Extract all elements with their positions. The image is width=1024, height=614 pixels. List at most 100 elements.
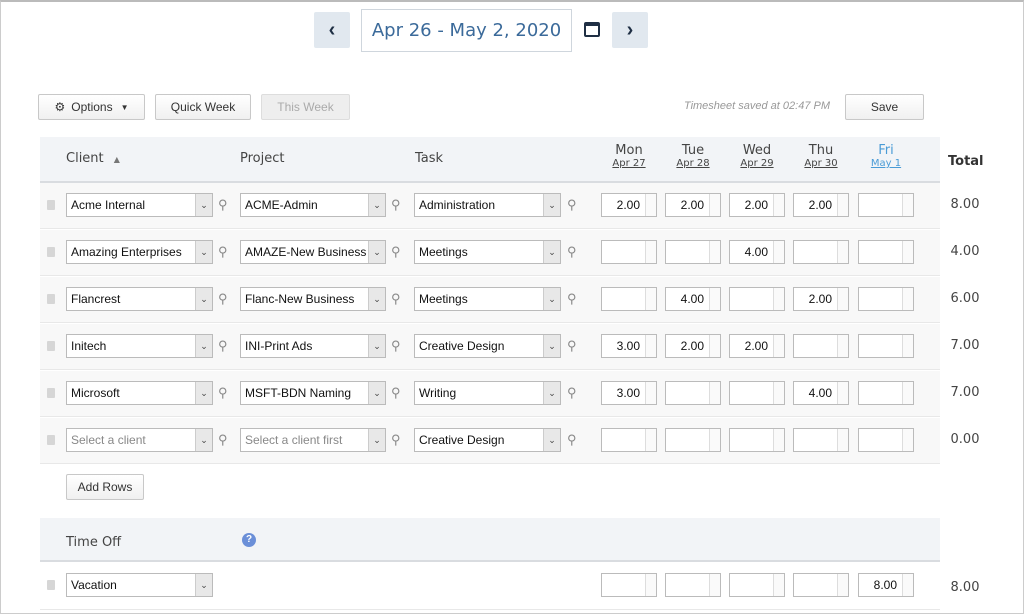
search-icon[interactable]: ⚲ (567, 432, 577, 448)
note-icon[interactable] (902, 429, 913, 451)
note-icon[interactable] (837, 241, 848, 263)
hours-input[interactable] (858, 287, 914, 311)
project-select[interactable]: AMAZE-New Business⌄ (240, 240, 386, 264)
hours-input[interactable] (793, 573, 849, 597)
note-icon[interactable] (645, 194, 656, 216)
hours-input[interactable] (729, 287, 785, 311)
search-icon[interactable]: ⚲ (218, 244, 228, 260)
task-select[interactable]: Creative Design⌄ (414, 334, 561, 358)
note-icon[interactable] (709, 429, 720, 451)
hours-input[interactable] (665, 240, 721, 264)
hours-input[interactable]: 3.00 (601, 381, 657, 405)
trash-icon[interactable] (47, 435, 55, 445)
search-icon[interactable]: ⚲ (391, 244, 401, 260)
client-select[interactable]: Flancrest⌄ (66, 287, 213, 311)
search-icon[interactable]: ⚲ (391, 385, 401, 401)
note-icon[interactable] (773, 429, 784, 451)
note-icon[interactable] (902, 335, 913, 357)
time-off-type-select[interactable]: Vacation⌄ (66, 573, 213, 597)
day-date-link[interactable]: Apr 27 (601, 158, 657, 169)
hours-input[interactable]: 2.00 (729, 193, 785, 217)
hours-input[interactable] (601, 428, 657, 452)
search-icon[interactable]: ⚲ (218, 385, 228, 401)
note-icon[interactable] (709, 335, 720, 357)
add-rows-button[interactable]: Add Rows (66, 474, 144, 500)
task-select[interactable]: Meetings⌄ (414, 287, 561, 311)
hours-input[interactable] (793, 428, 849, 452)
note-icon[interactable] (773, 382, 784, 404)
note-icon[interactable] (645, 574, 656, 596)
search-icon[interactable]: ⚲ (567, 338, 577, 354)
hours-input[interactable]: 8.00 (858, 573, 914, 597)
note-icon[interactable] (837, 288, 848, 310)
hours-input[interactable]: 4.00 (793, 381, 849, 405)
note-icon[interactable] (709, 288, 720, 310)
note-icon[interactable] (902, 288, 913, 310)
hours-input[interactable] (858, 240, 914, 264)
search-icon[interactable]: ⚲ (567, 197, 577, 213)
hours-input[interactable] (793, 334, 849, 358)
hours-input[interactable] (665, 573, 721, 597)
this-week-button[interactable]: This Week (261, 94, 350, 120)
day-date-link[interactable]: Apr 30 (793, 158, 849, 169)
hours-input[interactable]: 2.00 (793, 287, 849, 311)
note-icon[interactable] (902, 382, 913, 404)
note-icon[interactable] (773, 574, 784, 596)
hours-input[interactable] (601, 287, 657, 311)
note-icon[interactable] (837, 382, 848, 404)
project-select[interactable]: MSFT-BDN Naming⌄ (240, 381, 386, 405)
week-range[interactable]: Apr 26 - May 2, 2020 (361, 9, 572, 52)
search-icon[interactable]: ⚲ (218, 291, 228, 307)
search-icon[interactable]: ⚲ (567, 244, 577, 260)
client-select[interactable]: Acme Internal⌄ (66, 193, 213, 217)
day-date-link[interactable]: May 1 (858, 158, 914, 169)
options-button[interactable]: ⚙Options▼ (38, 94, 145, 120)
hours-input[interactable]: 4.00 (665, 287, 721, 311)
note-icon[interactable] (837, 574, 848, 596)
next-week-button[interactable]: › (612, 12, 648, 48)
hours-input[interactable] (729, 428, 785, 452)
hours-input[interactable]: 2.00 (601, 193, 657, 217)
trash-icon[interactable] (47, 200, 55, 210)
note-icon[interactable] (645, 288, 656, 310)
client-select[interactable]: Initech⌄ (66, 334, 213, 358)
search-icon[interactable]: ⚲ (567, 385, 577, 401)
hours-input[interactable] (729, 573, 785, 597)
client-select[interactable]: Amazing Enterprises⌄ (66, 240, 213, 264)
task-select[interactable]: Meetings⌄ (414, 240, 561, 264)
trash-icon[interactable] (47, 341, 55, 351)
day-date-link[interactable]: Apr 29 (729, 158, 785, 169)
hours-input[interactable]: 2.00 (729, 334, 785, 358)
trash-icon[interactable] (47, 247, 55, 257)
hours-input[interactable] (793, 240, 849, 264)
save-button[interactable]: Save (845, 94, 924, 120)
note-icon[interactable] (902, 194, 913, 216)
help-icon[interactable]: ? (242, 533, 256, 547)
trash-icon[interactable] (47, 388, 55, 398)
prev-week-button[interactable]: ‹ (314, 12, 350, 48)
hours-input[interactable] (858, 193, 914, 217)
note-icon[interactable] (709, 382, 720, 404)
search-icon[interactable]: ⚲ (391, 338, 401, 354)
note-icon[interactable] (837, 429, 848, 451)
hours-input[interactable] (729, 381, 785, 405)
note-icon[interactable] (645, 241, 656, 263)
search-icon[interactable]: ⚲ (391, 197, 401, 213)
note-icon[interactable] (902, 241, 913, 263)
task-select[interactable]: Writing⌄ (414, 381, 561, 405)
note-icon[interactable] (709, 241, 720, 263)
client-select[interactable]: Microsoft⌄ (66, 381, 213, 405)
column-client[interactable]: Client ▲ (66, 151, 120, 166)
hours-input[interactable] (858, 428, 914, 452)
note-icon[interactable] (773, 241, 784, 263)
project-select[interactable]: Select a client first⌄ (240, 428, 386, 452)
search-icon[interactable]: ⚲ (391, 432, 401, 448)
project-select[interactable]: ACME-Admin⌄ (240, 193, 386, 217)
hours-input[interactable] (858, 334, 914, 358)
search-icon[interactable]: ⚲ (567, 291, 577, 307)
note-icon[interactable] (773, 288, 784, 310)
hours-input[interactable]: 2.00 (793, 193, 849, 217)
hours-input[interactable] (858, 381, 914, 405)
hours-input[interactable]: 2.00 (665, 193, 721, 217)
note-icon[interactable] (773, 194, 784, 216)
